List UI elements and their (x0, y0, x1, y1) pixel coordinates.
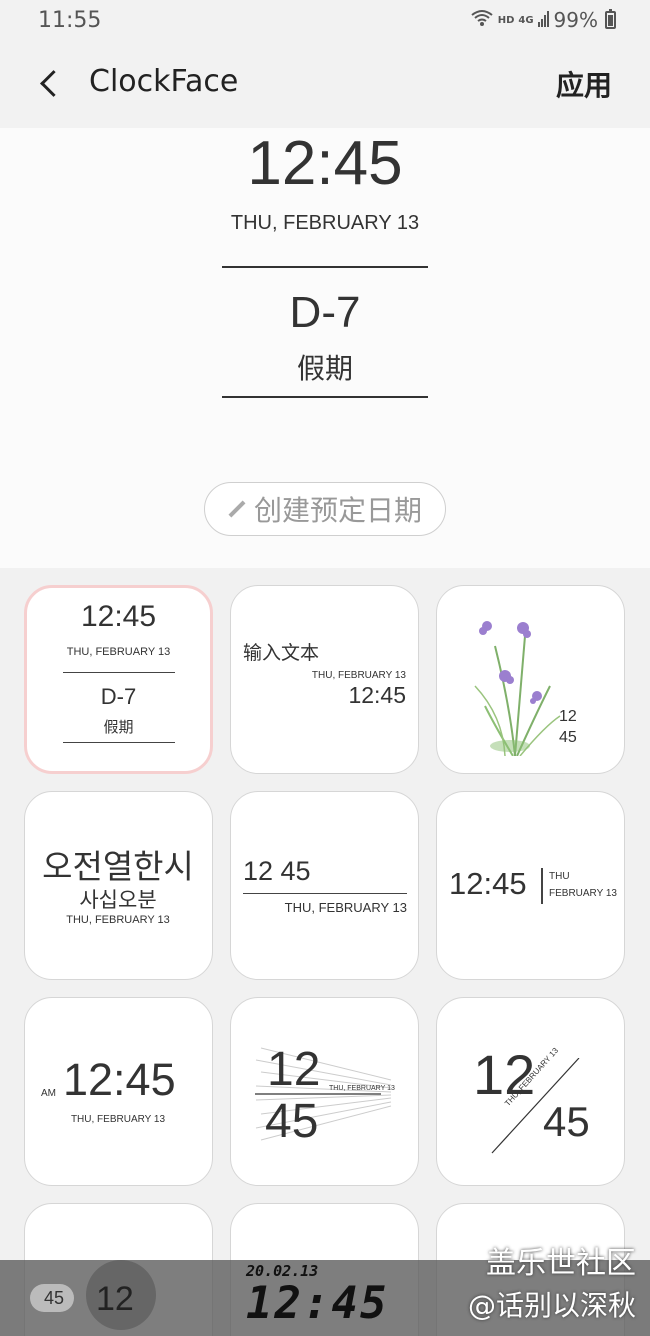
tile-divider (63, 742, 175, 743)
create-date-button[interactable]: 创建预定日期 (204, 482, 446, 536)
tile-korean-line1: 오전열한시 (42, 848, 194, 885)
hd-indicator: HD (497, 14, 515, 26)
tile-time: 12:45 (348, 682, 406, 708)
clock-style-underline[interactable]: 12 45 THU, FEBRUARY 13 (230, 791, 419, 980)
clock-style-korean[interactable]: 오전열한시 사십오분 THU, FEBRUARY 13 (24, 791, 213, 980)
battery-percent: 99% (553, 8, 598, 32)
preview-dday: D-7 (289, 288, 361, 337)
tile-korean-line2: 사십오분 (79, 889, 157, 912)
watermark-community: 盖乐世社区 (486, 1246, 636, 1281)
clock-style-diagonal[interactable]: 12 45 THU, FEBRUARY 13 (436, 997, 625, 1186)
round-clock-thumb: 12 (86, 1260, 156, 1330)
tile-ampm: AM (41, 1088, 56, 1099)
clock-style-ampm[interactable]: AM 12:45 THU, FEBRUARY 13 (24, 997, 213, 1186)
preview-time: 12:45 (247, 129, 403, 198)
clock-preview: 12:45 THU, FEBRUARY 13 D-7 假期 创建预定日期 (0, 128, 650, 568)
create-date-label: 创建预定日期 (253, 494, 422, 527)
tile-dday-label: 假期 (103, 719, 134, 736)
tile-custom-text: 输入文本 (243, 643, 320, 664)
digital-time: 12:45 (246, 1278, 389, 1329)
wifi-icon (470, 8, 494, 32)
clock-style-side-date[interactable]: 12:45 THU FEBRUARY 13 (436, 791, 625, 980)
tile-divider (243, 893, 407, 894)
clock-style-speed[interactable]: 12 45 THU, FEBRUARY 13 (230, 997, 419, 1186)
apply-button[interactable]: 应用 (556, 64, 612, 104)
tile-divider (541, 868, 543, 904)
tile-date: THU, FEBRUARY 13 (284, 900, 407, 915)
preview-divider-top (222, 266, 428, 268)
iris-flower-icon (474, 621, 561, 756)
watermark-author: @话别以深秋 (467, 1289, 636, 1322)
tile-date: THU, FEBRUARY 13 (66, 914, 170, 926)
tile-time: 12:45 (449, 866, 527, 901)
tile-date: THU, FEBRUARY 13 (329, 1085, 395, 1092)
tile-date: THU, FEBRUARY 13 (311, 670, 406, 681)
battery-icon (605, 9, 616, 29)
app-header: ClockFace 应用 (0, 40, 650, 128)
tile-dday: D-7 (100, 684, 137, 709)
network-indicator: 4G (518, 14, 534, 26)
preview-divider-bottom (222, 396, 428, 398)
tile-date: THU, FEBRUARY 13 (70, 1114, 166, 1125)
page-title: ClockFace (89, 64, 239, 99)
tile-minute: 45 (265, 1095, 319, 1148)
tile-day: THU (549, 871, 570, 882)
clock-style-text[interactable]: 输入文本 THU, FEBRUARY 13 12:45 (230, 585, 419, 774)
preview-dday-label: 假期 (296, 352, 353, 385)
status-bar: 11:55 HD 4G 99% (0, 0, 650, 40)
tile-time: 12 45 (243, 856, 311, 886)
round-clock-text: 12 (96, 1280, 134, 1318)
tile-hour: 12 (267, 1043, 321, 1096)
small-clock-thumb: 45 (30, 1284, 74, 1312)
tile-hour: 12 (559, 708, 577, 725)
status-time: 11:55 (38, 8, 102, 33)
tile-time: 12:45 (63, 1054, 176, 1105)
tile-date: THU, FEBRUARY 13 (66, 646, 171, 658)
tile-divider (63, 672, 175, 673)
clock-style-dday[interactable]: 12:45 THU, FEBRUARY 13 D-7 假期 (24, 585, 213, 774)
clock-style-grid: 12:45 THU, FEBRUARY 13 D-7 假期 输入文本 THU, … (24, 585, 626, 1336)
pencil-icon (228, 500, 246, 518)
clock-style-flower[interactable]: 12 45 (436, 585, 625, 774)
tile-minute: 45 (559, 729, 577, 746)
signal-icon (537, 8, 550, 32)
tile-date: FEBRUARY 13 (549, 888, 617, 899)
status-icons: HD 4G 99% (470, 8, 616, 32)
preview-date: THU, FEBRUARY 13 (230, 212, 420, 234)
tile-time: 12:45 (80, 600, 157, 633)
back-arrow-icon[interactable] (32, 62, 72, 102)
small-clock-text: 45 (44, 1288, 65, 1308)
